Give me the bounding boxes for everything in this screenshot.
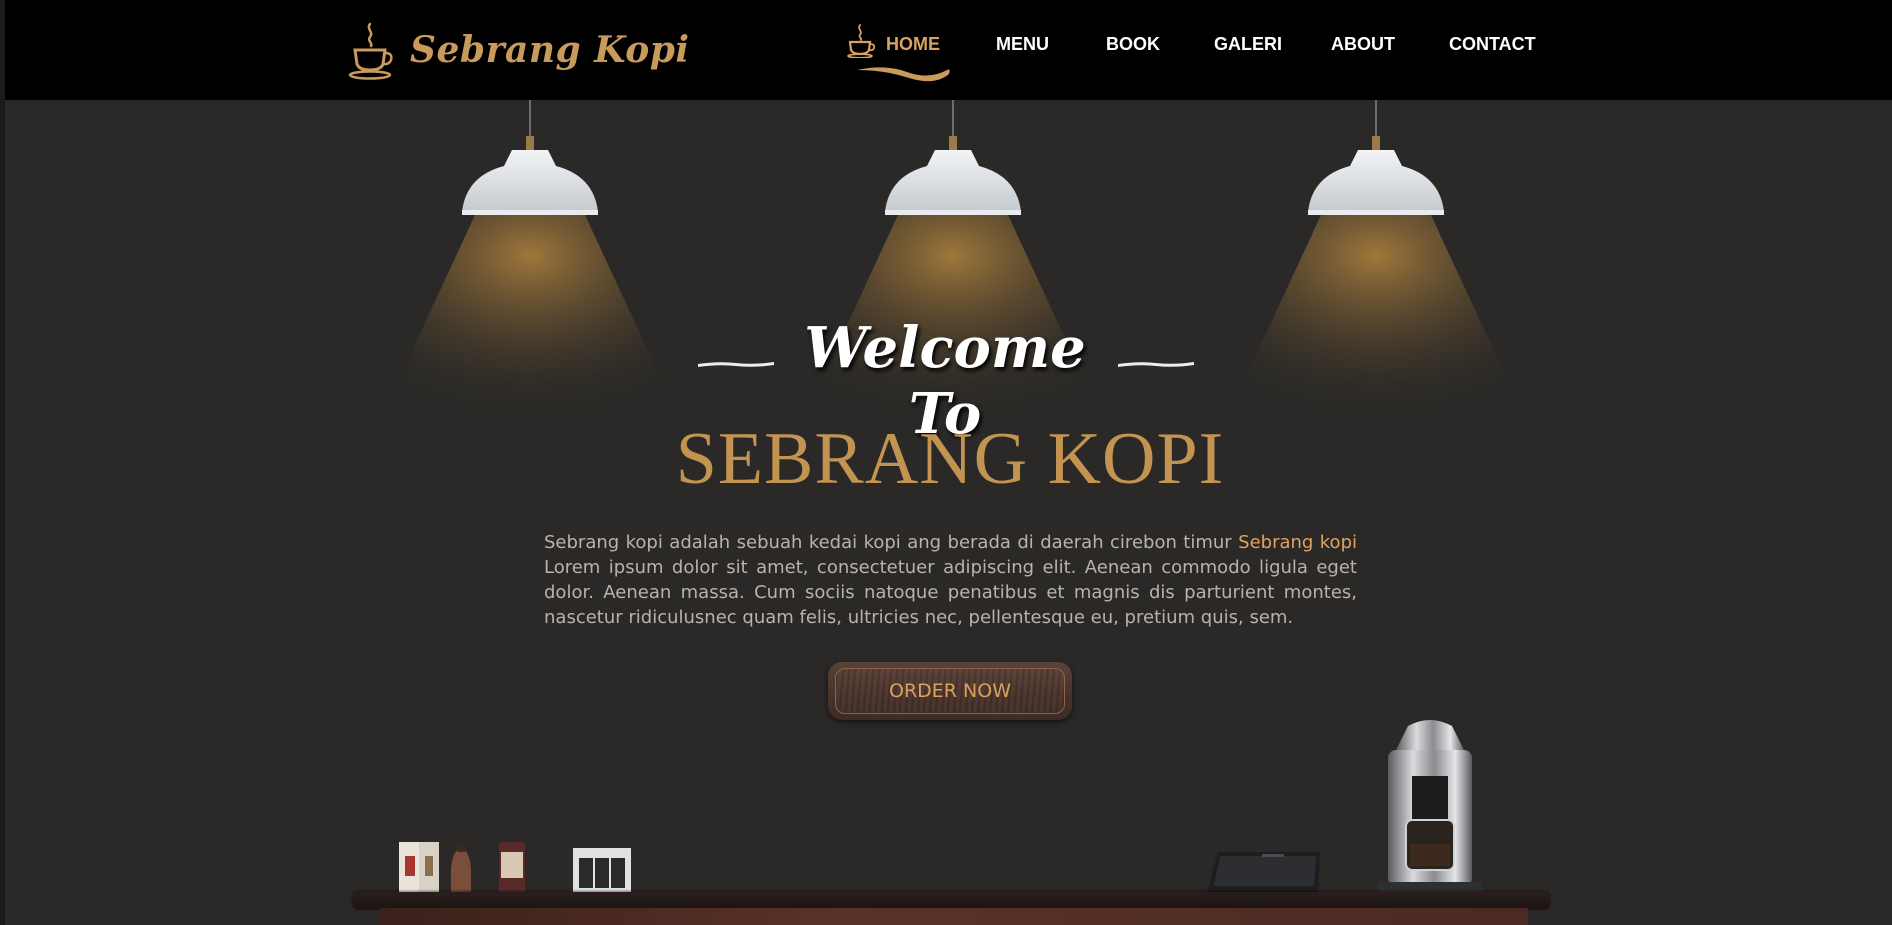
nav-book[interactable]: BOOK bbox=[1106, 34, 1160, 55]
coffee-cup-icon bbox=[847, 24, 876, 58]
nav-contact[interactable]: CONTACT bbox=[1449, 34, 1536, 55]
page: Sebrang Kopi HOME MENU BOOK GALERI ABOUT… bbox=[0, 0, 1892, 925]
welcome-heading: Welcome To bbox=[690, 315, 1200, 447]
counter-body bbox=[380, 908, 1528, 925]
brand-name: Sebrang Kopi bbox=[410, 29, 690, 71]
pendant-lamp-icon bbox=[380, 100, 680, 460]
nav-menu[interactable]: MENU bbox=[996, 34, 1049, 55]
order-now-button[interactable]: ORDER NOW bbox=[828, 662, 1072, 720]
nav-galeri[interactable]: GALERI bbox=[1214, 34, 1282, 55]
desc-text: Sebrang kopi adalah sebuah kedai kopi an… bbox=[544, 532, 1239, 553]
hero-title: SEBRANG KOPI bbox=[675, 418, 1225, 500]
coffee-cup-icon bbox=[348, 22, 393, 80]
hero-description: Sebrang kopi adalah sebuah kedai kopi an… bbox=[544, 530, 1357, 630]
active-underline-swoosh bbox=[857, 67, 950, 82]
pendant-lamp-icon bbox=[1226, 100, 1526, 460]
nav-home[interactable]: HOME bbox=[886, 34, 940, 55]
decorative-dash bbox=[698, 362, 774, 367]
desc-text: Lorem ipsum dolor sit amet, consectetuer… bbox=[544, 557, 1357, 628]
espresso-machine-icon bbox=[1378, 720, 1482, 894]
brand-logo[interactable]: Sebrang Kopi bbox=[346, 20, 690, 80]
nav-about[interactable]: ABOUT bbox=[1331, 34, 1395, 55]
desc-highlight: Sebrang kopi bbox=[1238, 532, 1357, 553]
coffee-products-icon bbox=[399, 842, 631, 896]
order-now-label: ORDER NOW bbox=[889, 680, 1011, 702]
decorative-dash bbox=[1118, 362, 1194, 367]
